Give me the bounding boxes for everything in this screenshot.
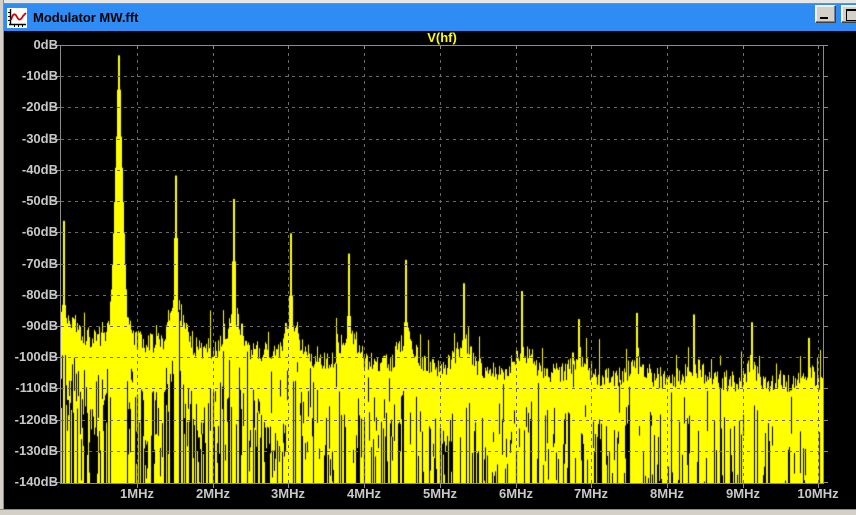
y-tick-label: -110dB <box>0 381 58 395</box>
y-tick <box>824 357 828 358</box>
y-tick-label: -120dB <box>0 413 58 427</box>
y-tick <box>824 139 828 140</box>
x-tick-label: 10MHz <box>786 487 850 501</box>
y-tick <box>824 295 828 296</box>
x-tick-label: 2MHz <box>181 487 245 501</box>
x-tick <box>213 46 214 49</box>
x-tick <box>288 46 289 49</box>
h-gridline <box>61 420 823 421</box>
y-tick <box>824 326 828 327</box>
y-tick <box>824 201 828 202</box>
y-tick-label: -80dB <box>0 288 58 302</box>
h-gridline <box>61 326 823 327</box>
y-tick <box>824 264 828 265</box>
y-tick-label: -20dB <box>0 100 58 114</box>
h-gridline <box>61 232 823 233</box>
window-frame-bottom <box>0 509 856 515</box>
y-tick-label: -30dB <box>0 132 58 146</box>
maximize-icon <box>846 9 856 21</box>
x-tick <box>667 46 668 49</box>
h-gridline <box>61 264 823 265</box>
h-gridline <box>61 170 823 171</box>
v-gridline <box>440 46 441 483</box>
x-tick-label: 9MHz <box>711 487 775 501</box>
maximize-button[interactable] <box>841 5 856 23</box>
h-gridline <box>61 201 823 202</box>
x-tick <box>440 46 441 49</box>
y-tick-label: -90dB <box>0 319 58 333</box>
y-tick <box>824 45 828 46</box>
x-tick <box>364 46 365 49</box>
minimize-button[interactable] <box>815 5 836 23</box>
x-tick-label: 1MHz <box>105 487 169 501</box>
title-bar[interactable]: Modulator MW.fft <box>4 4 856 31</box>
y-tick <box>824 482 828 483</box>
y-tick-label: -140dB <box>0 475 58 489</box>
h-gridline <box>61 76 823 77</box>
y-tick-label: -130dB <box>0 444 58 458</box>
y-tick <box>824 451 828 452</box>
x-tick-label: 3MHz <box>256 487 320 501</box>
waveform-plot-icon <box>7 8 27 28</box>
minimize-icon <box>820 17 828 19</box>
v-gridline <box>743 46 744 483</box>
v-gridline <box>591 46 592 483</box>
y-tick-label: -10dB <box>0 69 58 83</box>
h-gridline <box>61 451 823 452</box>
x-tick <box>137 46 138 49</box>
x-tick-label: 6MHz <box>484 487 548 501</box>
x-tick <box>743 46 744 49</box>
h-gridline <box>61 107 823 108</box>
x-tick-label: 4MHz <box>332 487 396 501</box>
window-title: Modulator MW.fft <box>33 10 138 25</box>
v-gridline <box>213 46 214 483</box>
y-tick <box>824 388 828 389</box>
y-tick <box>824 232 828 233</box>
h-gridline <box>61 295 823 296</box>
y-tick <box>824 107 828 108</box>
x-tick <box>818 46 819 49</box>
x-tick-label: 5MHz <box>408 487 472 501</box>
trace-legend[interactable]: V(hf) <box>60 31 824 45</box>
y-tick-label: -60dB <box>0 225 58 239</box>
v-gridline <box>364 46 365 483</box>
y-tick <box>824 420 828 421</box>
x-tick <box>516 46 517 49</box>
y-tick <box>824 76 828 77</box>
v-gridline <box>818 46 819 483</box>
v-gridline <box>288 46 289 483</box>
v-gridline <box>516 46 517 483</box>
y-tick-label: -100dB <box>0 350 58 364</box>
y-tick <box>824 170 828 171</box>
y-tick-label: -40dB <box>0 163 58 177</box>
y-tick-label: 0dB <box>0 38 58 52</box>
fft-plot-window: Modulator MW.fft V(hf) 0dB -10dB -20dB -30d… <box>0 0 856 515</box>
y-tick-label: -70dB <box>0 257 58 271</box>
v-gridline <box>137 46 138 483</box>
x-tick-label: 7MHz <box>559 487 623 501</box>
h-gridline <box>61 388 823 389</box>
h-gridline <box>61 139 823 140</box>
v-gridline <box>667 46 668 483</box>
h-gridline <box>61 357 823 358</box>
x-tick <box>591 46 592 49</box>
x-tick-label: 8MHz <box>635 487 699 501</box>
y-tick-label: -50dB <box>0 194 58 208</box>
